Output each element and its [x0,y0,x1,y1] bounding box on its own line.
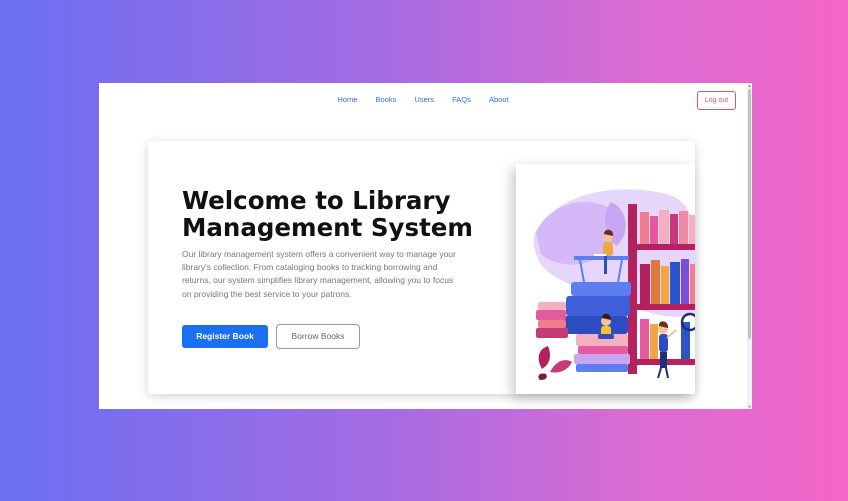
nav-link-users[interactable]: Users [414,95,434,104]
scroll-down-icon[interactable]: ▼ [747,404,752,409]
register-book-button[interactable]: Register Book [182,325,268,348]
nav-link-faqs[interactable]: FAQs [452,95,471,104]
library-illustration [516,164,695,394]
scrollbar[interactable]: ▲ ▼ [747,83,752,409]
nav-link-about[interactable]: About [489,95,509,104]
library-illustration-icon [533,189,695,380]
borrow-books-button[interactable]: Borrow Books [276,324,360,349]
browser-window: Home Books Users FAQs About Log out Welc… [99,83,752,409]
nav-link-home[interactable]: Home [337,95,357,104]
scroll-up-icon[interactable]: ▲ [747,83,752,88]
nav-link-books[interactable]: Books [376,95,397,104]
top-nav: Home Books Users FAQs About [99,95,747,104]
hero-title: Welcome to Library Management System [182,186,473,242]
hero-description: Our library management system offers a c… [182,249,456,299]
scroll-thumb[interactable] [748,89,751,339]
logout-button[interactable]: Log out [697,91,736,110]
